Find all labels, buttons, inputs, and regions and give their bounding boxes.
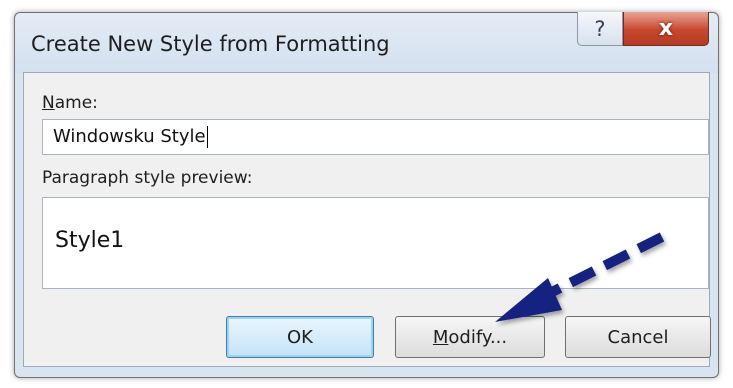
style-preview-box: Style1 [42,197,709,289]
help-icon: ? [594,16,606,41]
name-input[interactable]: Windowsku Style [42,119,709,155]
cancel-button[interactable]: Cancel [565,316,711,358]
modify-button-accelerator: M [432,326,449,348]
name-label: Name: [42,93,98,113]
close-button[interactable]: x [623,12,709,46]
ok-button[interactable]: OK [226,316,374,358]
modify-button-label: odify... [448,326,508,348]
name-label-text: ame: [54,93,98,113]
style-preview-text: Style1 [55,228,125,253]
dialog-title: Create New Style from Formatting [31,32,390,56]
name-label-accelerator: N [42,93,55,113]
dialog-body: Name: Windowsku Style Paragraph style pr… [23,72,711,367]
close-icon: x [658,16,674,41]
name-input-value: Windowsku Style [53,126,206,147]
modify-button[interactable]: Modify... [395,316,545,358]
text-caret [206,126,208,148]
dialog-window: Create New Style from Formatting ? x Nam… [14,12,719,378]
preview-label: Paragraph style preview: [42,168,253,188]
help-button[interactable]: ? [577,12,623,46]
